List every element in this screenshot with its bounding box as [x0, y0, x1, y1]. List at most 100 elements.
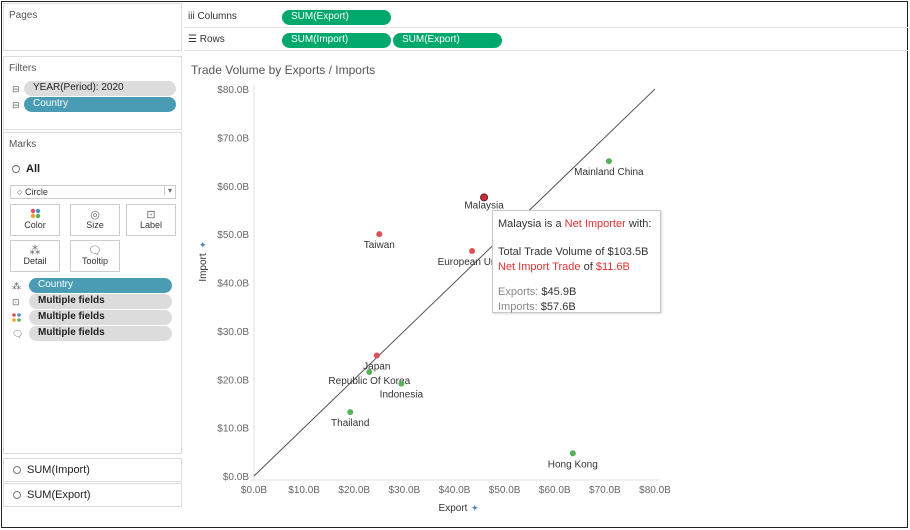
measure-export-card[interactable]: SUM(Export) — [3, 483, 182, 507]
filter-icon: ⊟ — [12, 100, 20, 110]
y-axis-title: Import — [198, 253, 209, 282]
circle-icon: ○ — [17, 187, 25, 197]
point-label: European Un — [438, 257, 497, 268]
tooltip-total-label: Total Trade Volume of — [498, 246, 608, 258]
point-label: Thailand — [331, 418, 369, 429]
pages-title: Pages — [9, 10, 38, 21]
tooltip-country: Malaysia — [498, 218, 542, 230]
label-fields-pill[interactable]: Multiple fields — [29, 294, 172, 309]
detail-icon: ⁂ — [12, 281, 21, 291]
tooltip-headline: Malaysia is a Net Importer with: — [498, 217, 655, 232]
mark-type-dropdown[interactable]: ○ Circle ▾ — [10, 185, 176, 199]
measure-import-row: SUM(Import) — [13, 464, 90, 476]
label-icon: ⊡ — [146, 209, 156, 221]
color-icon — [11, 205, 59, 220]
tooltip-is-a: is a — [541, 218, 565, 230]
x-tick-label: $40.0B — [439, 485, 471, 496]
tooltip-total-line: Total Trade Volume of $103.5B — [498, 245, 655, 260]
measure-export-label: SUM(Export) — [27, 489, 91, 501]
tooltip-with: with: — [625, 218, 652, 230]
tooltip-net-label: Net Import Trade — [498, 261, 581, 273]
size-label: Size — [86, 220, 104, 230]
point-hong-kong[interactable] — [569, 450, 576, 457]
country-mark-pill[interactable]: Country — [29, 278, 172, 293]
x-tick-label: $60.0B — [539, 485, 571, 496]
y-tick-label: $40.0B — [217, 279, 249, 290]
point-european-un[interactable] — [469, 248, 476, 255]
columns-pill[interactable]: SUM(Export) — [282, 10, 391, 25]
x-tick-label: $50.0B — [489, 485, 521, 496]
y-axis-pin-icon: ✦ — [198, 241, 208, 249]
color-label: Color — [24, 220, 46, 230]
radio-icon — [12, 165, 20, 174]
columns-shelf-label: iii Columns — [188, 11, 237, 22]
radio-icon — [13, 466, 21, 475]
measure-import-label: SUM(Import) — [27, 464, 90, 476]
point-republic-of-korea[interactable] — [366, 368, 373, 375]
tooltip-net-value: $11.6B — [595, 261, 630, 273]
label-button[interactable]: ⊡ Label — [126, 204, 176, 236]
y-tick-label: $70.0B — [217, 133, 249, 144]
color-button[interactable]: Color — [10, 204, 60, 236]
mark-type-value: Circle — [24, 187, 48, 197]
columns-shelf[interactable]: iii Columns SUM(Export) — [184, 6, 908, 28]
measure-import-card[interactable]: SUM(Import) — [3, 458, 182, 482]
tooltip-button[interactable]: 🗨 Tooltip — [70, 240, 120, 272]
marks-all-label: All — [26, 163, 41, 175]
marks-card: Marks All ○ Circle ▾ Color ◎ Size ⊡ Label… — [3, 132, 182, 454]
marks-all-row[interactable]: All — [12, 163, 40, 175]
columns-label-text: Columns — [197, 11, 237, 22]
point-label: Taiwan — [364, 240, 395, 251]
y-tick-label: $80.0B — [217, 85, 249, 96]
color-icon — [12, 313, 21, 324]
filters-title: Filters — [9, 63, 37, 74]
x-tick-label: $30.0B — [389, 485, 421, 496]
x-axis-pin-icon: ✦ — [471, 503, 479, 513]
filters-card: Filters ⊟ YEAR(Period): 2020 ⊟ Country — [3, 56, 182, 130]
label-icon: ⊡ — [12, 297, 20, 307]
radio-icon — [13, 491, 21, 500]
left-pane: Pages Filters ⊟ YEAR(Period): 2020 ⊟ Cou… — [3, 3, 182, 523]
x-tick-label: $0.0B — [241, 485, 267, 496]
tooltip-exports-label: Exports: — [498, 286, 539, 298]
tooltip-popup: Malaysia is a Net Importer with: Total T… — [492, 210, 661, 313]
tooltip-icon: 🗨 — [88, 245, 102, 257]
chevron-down-icon: ▾ — [163, 186, 172, 195]
y-tick-label: $10.0B — [217, 424, 249, 435]
rows-shelf[interactable]: ☰ Rows SUM(Import) SUM(Export) — [184, 29, 908, 51]
color-fields-pill[interactable]: Multiple fields — [29, 310, 172, 325]
x-axis-title: Export — [439, 503, 468, 514]
tooltip-net-of: of — [580, 261, 596, 273]
point-mainland-china[interactable] — [605, 158, 612, 165]
filter-year-pill[interactable]: YEAR(Period): 2020 — [24, 81, 176, 96]
tooltip-icon: 🗨 — [12, 329, 24, 339]
rows-shelf-label: ☰ Rows — [188, 34, 225, 45]
size-icon: ◎ — [90, 209, 100, 221]
size-button[interactable]: ◎ Size — [70, 204, 120, 236]
label-label: Label — [139, 220, 163, 230]
filter-country-pill[interactable]: Country — [24, 97, 176, 112]
point-japan[interactable] — [373, 352, 380, 359]
rows-label-text: Rows — [199, 34, 225, 45]
tooltip-total-value: $103.5B — [607, 246, 649, 258]
filter-icon: ⊟ — [12, 84, 20, 94]
detail-button[interactable]: ⁂ Detail — [10, 240, 60, 272]
tooltip-fields-pill[interactable]: Multiple fields — [29, 326, 172, 341]
rows-pill-export[interactable]: SUM(Export) — [393, 33, 502, 48]
detail-icon: ⁂ — [29, 245, 41, 257]
point-taiwan[interactable] — [376, 231, 383, 238]
point-label: Republic Of Korea — [328, 376, 410, 387]
tooltip-exports-value: $45.9B — [541, 286, 577, 298]
tooltip-status: Net Importer — [564, 218, 626, 230]
point-thailand[interactable] — [347, 409, 354, 416]
y-tick-label: $60.0B — [217, 182, 249, 193]
point-label: Indonesia — [380, 390, 424, 401]
tooltip-gap — [498, 275, 655, 285]
x-tick-label: $10.0B — [288, 485, 320, 496]
point-indonesia[interactable] — [398, 380, 405, 387]
rows-pill-import[interactable]: SUM(Import) — [282, 33, 391, 48]
tooltip-imports-label: Imports: — [498, 301, 538, 313]
tooltip-imports-value: $57.6B — [540, 301, 576, 313]
pages-card[interactable]: Pages — [3, 3, 182, 51]
detail-label: Detail — [23, 256, 47, 266]
